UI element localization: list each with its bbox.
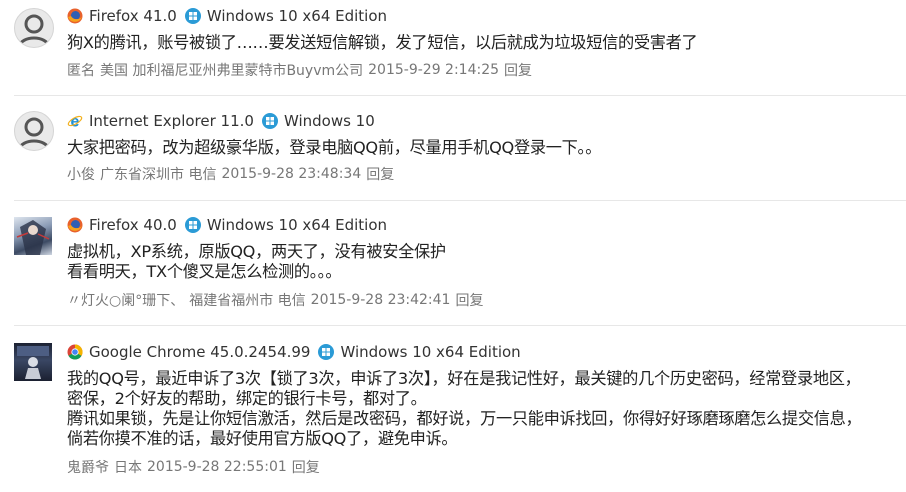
- user-silhouette-icon: [17, 117, 51, 150]
- firefox-icon: [67, 217, 83, 233]
- author-name: 小俊: [67, 167, 95, 183]
- divider: [14, 200, 906, 201]
- default-avatar[interactable]: [14, 8, 54, 48]
- windows-icon: [184, 8, 201, 24]
- comment-time: 2015-9-29 2:14:25: [368, 62, 500, 78]
- browser-name: Firefox 41.0: [89, 7, 177, 25]
- internet-explorer-icon: e: [67, 114, 83, 130]
- browser-name: Internet Explorer 11.0: [89, 112, 254, 130]
- reply-link[interactable]: 回复: [292, 457, 320, 477]
- comment-meta: e Internet Explorer 11.0 Windows 10: [67, 111, 375, 131]
- os-name: Windows 10 x64 Edition: [206, 216, 388, 234]
- reply-link[interactable]: 回复: [455, 290, 483, 310]
- comment-line: 我的QQ号，最近申诉了3次【锁了3次，申诉了3次】，好在是我记性好，最关键的几个…: [67, 369, 861, 388]
- windows-icon: [184, 217, 201, 233]
- user-avatar[interactable]: [14, 217, 52, 255]
- comment-line: 狗X的腾讯，账号被锁了……要发送短信解锁，发了短信，以后就成为垃圾短信的受害者了: [67, 33, 698, 52]
- comment-line: 倘若你摸不准的话，最好使用官方版QQ了，避免申诉。: [67, 429, 458, 448]
- author-name: 匿名: [67, 63, 95, 79]
- chrome-icon: [67, 344, 83, 360]
- author-location: 福建省福州市 电信: [189, 293, 306, 309]
- comment-text: 我的QQ号，最近申诉了3次【锁了3次，申诉了3次】，好在是我记性好，最关键的几个…: [67, 369, 862, 449]
- author-location: 广东省深圳市 电信: [100, 167, 217, 183]
- author-location: 美国 加利福尼亚州弗里蒙特市Buyvm公司: [100, 63, 364, 79]
- reply-link[interactable]: 回复: [504, 60, 532, 80]
- divider: [14, 325, 906, 326]
- comment-line: 大家把密码，改为超级豪华版，登录电脑QQ前，尽量用手机QQ登录一下。。: [67, 138, 602, 157]
- comment-time: 2015-9-28 23:48:34: [221, 166, 362, 182]
- author-name: 鬼爵爷: [67, 460, 109, 476]
- author-name: 〃灯火○阑°珊下、: [67, 293, 185, 309]
- comment-line: 看看明天，TX个傻叉是怎么检测的。。。: [67, 262, 342, 281]
- reply-link[interactable]: 回复: [366, 164, 394, 184]
- svg-text:e: e: [71, 114, 80, 130]
- comment-text: 狗X的腾讯，账号被锁了……要发送短信解锁，发了短信，以后就成为垃圾短信的受害者了: [67, 33, 698, 53]
- comment-meta: Firefox 40.0 Windows 10 x64 Edition: [67, 215, 387, 235]
- browser-name: Firefox 40.0: [89, 216, 177, 234]
- comment-info: 鬼爵爷 日本 2015-9-28 22:55:01 回复: [67, 457, 325, 477]
- comment-line: 密保，2个好友的帮助，绑定的银行卡号，都对了。: [67, 389, 427, 408]
- os-name: Windows 10: [283, 112, 375, 130]
- author-location: 日本: [114, 460, 142, 476]
- comment-info: 小俊 广东省深圳市 电信 2015-9-28 23:48:34 回复: [67, 164, 399, 184]
- anime-character-avatar-image: [16, 220, 50, 255]
- comment-meta: Firefox 41.0 Windows 10 x64 Edition: [67, 6, 387, 26]
- comment-line: 腾讯如果锁，先是让你短信激活，然后是改密码，都好说，万一只能申诉找回，你得好好琢…: [67, 409, 862, 428]
- windows-icon: [261, 113, 278, 129]
- os-name: Windows 10 x64 Edition: [206, 7, 388, 25]
- default-avatar[interactable]: [14, 111, 54, 151]
- comment-meta: Google Chrome 45.0.2454.99 Windows 10 x6…: [67, 342, 521, 362]
- user-avatar[interactable]: [14, 343, 52, 381]
- browser-name: Google Chrome 45.0.2454.99: [89, 343, 311, 361]
- comment-time: 2015-9-28 23:42:41: [310, 292, 451, 308]
- windows-icon: [318, 344, 335, 360]
- comment-time: 2015-9-28 22:55:01: [147, 459, 287, 475]
- dark-figure-avatar-image: [17, 346, 49, 379]
- user-silhouette-icon: [17, 14, 51, 47]
- comment-info: 〃灯火○阑°珊下、 福建省福州市 电信 2015-9-28 23:42:41 回…: [67, 290, 488, 310]
- comment-text: 虚拟机，XP系统，原版QQ，两天了，没有被安全保护 看看明天，TX个傻叉是怎么检…: [67, 242, 446, 282]
- comment-text: 大家把密码，改为超级豪华版，登录电脑QQ前，尽量用手机QQ登录一下。。: [67, 138, 601, 158]
- divider: [14, 95, 906, 96]
- firefox-icon: [67, 8, 83, 24]
- comment-line: 虚拟机，XP系统，原版QQ，两天了，没有被安全保护: [67, 242, 446, 261]
- os-name: Windows 10 x64 Edition: [340, 343, 521, 361]
- comment-info: 匿名 美国 加利福尼亚州弗里蒙特市Buyvm公司 2015-9-29 2:14:…: [67, 60, 537, 80]
